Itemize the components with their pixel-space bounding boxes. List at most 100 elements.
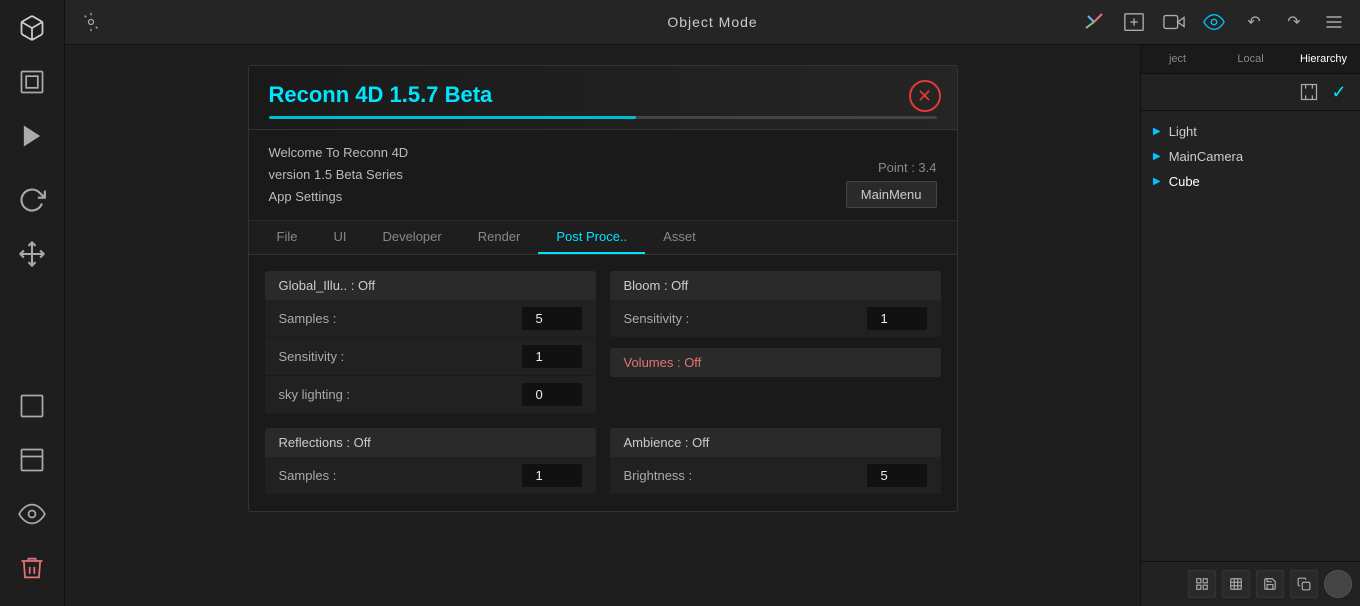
scene-label-cube: Cube <box>1169 174 1200 189</box>
top-bar-title: Object Mode <box>667 14 757 30</box>
value-samples[interactable]: 5 <box>522 307 582 330</box>
panel-reflections: Reflections : Off Samples : 1 <box>265 428 596 495</box>
refresh-icon[interactable] <box>14 182 50 218</box>
rp-tab-object[interactable]: ject <box>1141 45 1214 73</box>
right-panel-bottom <box>1141 561 1360 606</box>
rp-btn-grid[interactable] <box>1222 570 1250 598</box>
tab-developer[interactable]: Developer <box>364 221 459 254</box>
panel-row-skylighting: sky lighting : 0 <box>265 376 596 414</box>
content-area: Reconn 4D 1.5.7 Beta ✕ Welcome To Reconn… <box>65 45 1360 606</box>
label-skylighting: sky lighting : <box>279 387 522 402</box>
scene-item-maincamera[interactable]: ▶ MainCamera <box>1141 144 1360 169</box>
scene-item-light[interactable]: ▶ Light <box>1141 119 1360 144</box>
redo-icon[interactable]: ↷ <box>1278 6 1310 38</box>
tab-postprocess[interactable]: Post Proce.. <box>538 221 645 254</box>
arrow-cube: ▶ <box>1153 176 1161 187</box>
panel-global-illu-header[interactable]: Global_Illu.. : Off <box>265 271 596 300</box>
dialog-tabs: File UI Developer Render Post Proce.. As… <box>249 221 957 255</box>
tab-asset[interactable]: Asset <box>645 221 714 254</box>
dialog: Reconn 4D 1.5.7 Beta ✕ Welcome To Reconn… <box>248 65 958 512</box>
top-bar-icons: ↶ ↷ <box>1078 6 1350 38</box>
panel-global-illu: Global_Illu.. : Off Samples : 5 Sensitiv… <box>265 271 596 414</box>
dialog-container: Reconn 4D 1.5.7 Beta ✕ Welcome To Reconn… <box>65 45 1140 606</box>
right-panel-tabs: ject Local Hierarchy <box>1141 45 1360 74</box>
cube-icon[interactable] <box>14 10 50 46</box>
value-skylighting[interactable]: 0 <box>522 383 582 406</box>
rp-btn-copy[interactable] <box>1290 570 1318 598</box>
main-menu-button[interactable]: MainMenu <box>846 181 937 208</box>
value-sensitivity[interactable]: 1 <box>522 345 582 368</box>
rp-tab-hierarchy[interactable]: Hierarchy <box>1287 45 1360 73</box>
panel-row-samples: Samples : 5 <box>265 300 596 338</box>
panel-row-bloom-sensitivity: Sensitivity : 1 <box>610 300 941 338</box>
square-frame-icon[interactable] <box>14 64 50 100</box>
rp-tab-local[interactable]: Local <box>1214 45 1287 73</box>
axis-icon[interactable] <box>1078 6 1110 38</box>
menu-icon[interactable] <box>1318 6 1350 38</box>
eye-icon[interactable] <box>14 496 50 532</box>
panel-row-brightness: Brightness : 5 <box>610 457 941 495</box>
panel-bloom-header[interactable]: Bloom : Off <box>610 271 941 300</box>
dialog-progress <box>269 116 937 119</box>
right-panel: ject Local Hierarchy ✓ ▶ <box>1140 45 1360 606</box>
panel-row-sensitivity: Sensitivity : 1 <box>265 338 596 376</box>
play-icon[interactable] <box>14 118 50 154</box>
scene-item-cube[interactable]: ▶ Cube <box>1141 169 1360 194</box>
panel-ambience-header[interactable]: Ambience : Off <box>610 428 941 457</box>
panel-ambience: Ambience : Off Brightness : 5 <box>610 428 941 495</box>
info-line-1: Welcome To Reconn 4D <box>269 142 409 164</box>
panel-reflections-header[interactable]: Reflections : Off <box>265 428 596 457</box>
move-icon[interactable] <box>14 236 50 272</box>
label-reflections-samples: Samples : <box>279 468 522 483</box>
dialog-info-text: Welcome To Reconn 4D version 1.5 Beta Se… <box>269 142 409 208</box>
value-bloom-sensitivity[interactable]: 1 <box>867 307 927 330</box>
tab-ui[interactable]: UI <box>315 221 364 254</box>
label-bloom-sensitivity: Sensitivity : <box>624 311 867 326</box>
label-samples: Samples : <box>279 311 522 326</box>
top-bar-left-icons <box>75 6 107 38</box>
dialog-header: Reconn 4D 1.5.7 Beta ✕ <box>249 66 957 130</box>
grid-icon[interactable] <box>75 6 107 38</box>
value-brightness[interactable]: 5 <box>867 464 927 487</box>
scene-list: ▶ Light ▶ MainCamera ▶ Cube <box>1141 111 1360 561</box>
trash-icon[interactable] <box>14 550 50 586</box>
label-brightness: Brightness : <box>624 468 867 483</box>
tab-render[interactable]: Render <box>460 221 539 254</box>
rp-btn-save[interactable] <box>1256 570 1284 598</box>
eye-top-icon[interactable] <box>1198 6 1230 38</box>
check-icon[interactable]: ✓ <box>1326 79 1352 105</box>
rp-btn-frame[interactable] <box>1188 570 1216 598</box>
arrow-maincamera: ▶ <box>1153 151 1161 162</box>
panel-volumes: Volumes : Off <box>610 348 941 377</box>
info-line-3: App Settings <box>269 186 409 208</box>
arrow-light: ▶ <box>1153 126 1161 137</box>
frame-icon[interactable] <box>1296 79 1322 105</box>
point-label: Point : 3.4 <box>878 160 937 175</box>
panel-row-reflections-samples: Samples : 1 <box>265 457 596 495</box>
dialog-info: Welcome To Reconn 4D version 1.5 Beta Se… <box>249 130 957 221</box>
panel-volumes-header[interactable]: Volumes : Off <box>610 348 941 377</box>
label-sensitivity: Sensitivity : <box>279 349 522 364</box>
value-reflections-samples[interactable]: 1 <box>522 464 582 487</box>
dialog-body: Global_Illu.. : Off Samples : 5 Sensitiv… <box>249 255 957 511</box>
undo-icon[interactable]: ↶ <box>1238 6 1270 38</box>
dialog-title: Reconn 4D 1.5.7 Beta <box>269 82 493 107</box>
camera-icon[interactable] <box>1158 6 1190 38</box>
top-bar: Object Mode <box>65 0 1360 45</box>
dialog-close-button[interactable]: ✕ <box>909 80 941 112</box>
right-column-top: Bloom : Off Sensitivity : 1 Volumes : Of… <box>610 271 941 414</box>
dialog-info-right: Point : 3.4 MainMenu <box>846 160 937 208</box>
tab-file[interactable]: File <box>259 221 316 254</box>
info-line-2: version 1.5 Beta Series <box>269 164 409 186</box>
layers-top-icon[interactable] <box>14 388 50 424</box>
rp-circle-btn[interactable] <box>1324 570 1352 598</box>
dialog-progress-bar <box>269 116 636 119</box>
main-area: Object Mode <box>65 0 1360 606</box>
panel-bloom: Bloom : Off Sensitivity : 1 <box>610 271 941 338</box>
left-sidebar <box>0 0 65 606</box>
layers-bottom-icon[interactable] <box>14 442 50 478</box>
viewport-icon[interactable] <box>1118 6 1150 38</box>
scene-label-maincamera: MainCamera <box>1169 149 1243 164</box>
scene-label-light: Light <box>1169 124 1197 139</box>
viewport-controls: ✓ <box>1141 74 1360 111</box>
